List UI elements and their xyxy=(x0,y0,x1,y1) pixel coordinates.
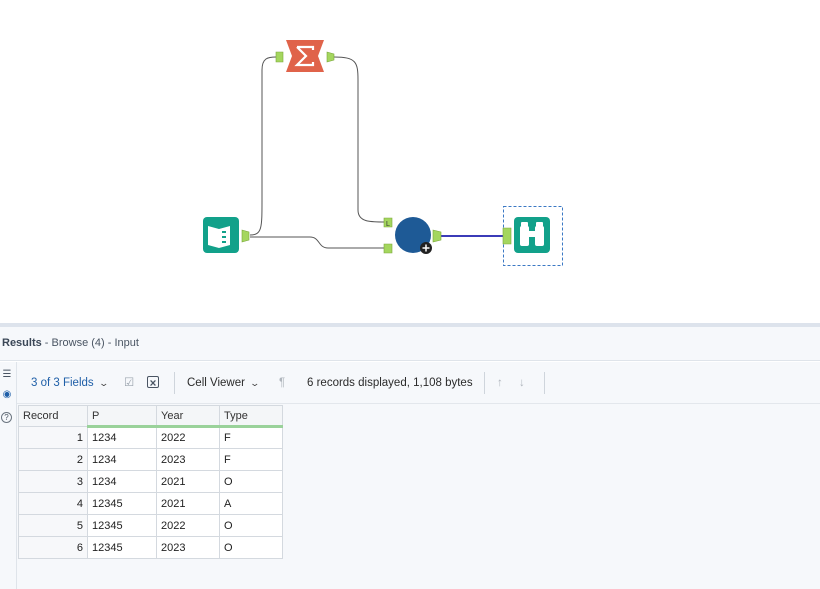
cell-type[interactable]: O xyxy=(219,470,283,493)
browse-tool[interactable] xyxy=(502,206,563,266)
cell-year[interactable]: 2022 xyxy=(156,426,220,449)
table-row: 1 1234 2022 F xyxy=(18,426,283,449)
clear-icon[interactable]: × xyxy=(147,376,159,390)
record-number-cell[interactable]: 5 xyxy=(18,514,88,537)
chevron-down-icon: ⌄ xyxy=(249,378,261,388)
pilcrow-icon[interactable]: ¶ xyxy=(279,376,285,390)
cell-type[interactable]: A xyxy=(219,492,283,515)
table-header-row: Record P Year Type xyxy=(18,405,283,428)
results-title-bold: Results xyxy=(2,337,42,349)
results-title-detail: - Browse (4) - Input xyxy=(41,337,139,349)
fields-select-label: 3 of 3 Fields xyxy=(31,377,94,389)
results-title: Results - Browse (4) - Input xyxy=(2,337,139,349)
results-side-strip: ☰ ◉ ? xyxy=(0,362,17,589)
join-right-anchor xyxy=(383,243,393,254)
table-row: 5 12345 2022 O xyxy=(18,514,283,537)
record-number-cell[interactable]: 1 xyxy=(18,426,88,449)
cell-p[interactable]: 1234 xyxy=(87,426,157,449)
record-number-cell[interactable]: 4 xyxy=(18,492,88,515)
input-tool[interactable] xyxy=(203,217,250,253)
table-row: 2 1234 2023 F xyxy=(18,448,283,471)
column-header-record[interactable]: Record xyxy=(18,405,88,427)
cell-year[interactable]: 2022 xyxy=(156,514,220,537)
summarize-tool[interactable] xyxy=(275,40,335,72)
cell-year[interactable]: 2021 xyxy=(156,492,220,515)
cell-viewer-select[interactable]: Cell Viewer ⌄ xyxy=(187,376,261,390)
summarize-output-anchor xyxy=(326,51,335,63)
connection-input-to-summarize[interactable] xyxy=(249,56,277,236)
cell-p[interactable]: 12345 xyxy=(87,492,157,515)
cell-type[interactable]: F xyxy=(219,426,283,449)
table-row: 4 12345 2021 A xyxy=(18,492,283,515)
cell-p[interactable]: 1234 xyxy=(87,470,157,493)
cell-year[interactable]: 2021 xyxy=(156,470,220,493)
cell-p[interactable]: 12345 xyxy=(87,514,157,537)
record-number-cell[interactable]: 3 xyxy=(18,470,88,493)
record-number-cell[interactable]: 6 xyxy=(18,536,88,559)
svg-text:L: L xyxy=(386,221,390,228)
column-header-type[interactable]: Type xyxy=(219,405,283,428)
results-grid-area: Record P Year Type 1 1234 2022 F 2 1234 … xyxy=(17,404,820,589)
connection-input-to-join-right[interactable] xyxy=(250,236,384,249)
join-tool[interactable]: L xyxy=(383,217,442,254)
cell-year[interactable]: 2023 xyxy=(156,448,220,471)
summarize-input-anchor xyxy=(275,51,284,63)
join-output-anchor xyxy=(432,229,442,243)
input-output-anchor xyxy=(241,229,250,243)
list-icon[interactable]: ☰ xyxy=(0,368,14,382)
cell-year[interactable]: 2023 xyxy=(156,536,220,559)
results-table: Record P Year Type 1 1234 2022 F 2 1234 … xyxy=(18,405,283,559)
fields-select[interactable]: 3 of 3 Fields ⌄ xyxy=(31,376,109,390)
book-icon xyxy=(208,226,230,248)
cell-type[interactable]: O xyxy=(219,514,283,537)
arrow-up-icon[interactable]: ↑ xyxy=(497,376,503,390)
results-header: Results - Browse (4) - Input xyxy=(0,327,820,361)
arrow-down-icon[interactable]: ↓ xyxy=(519,376,525,390)
connection-summarize-to-join-left[interactable] xyxy=(333,56,385,223)
toolbar-separator xyxy=(544,372,545,394)
checkbox-icon[interactable]: ☑ xyxy=(124,376,134,390)
chevron-down-icon: ⌄ xyxy=(98,378,109,388)
cell-type[interactable]: O xyxy=(219,536,283,559)
cell-p[interactable]: 12345 xyxy=(87,536,157,559)
column-header-p[interactable]: P xyxy=(87,405,157,428)
cell-p[interactable]: 1234 xyxy=(87,448,157,471)
cell-type[interactable]: F xyxy=(219,448,283,471)
table-row: 3 1234 2021 O xyxy=(18,470,283,493)
results-toolbar: 3 of 3 Fields ⌄ ☑ × Cell Viewer ⌄ ¶ 6 reco… xyxy=(17,362,820,404)
help-icon[interactable]: ? xyxy=(1,412,12,423)
record-count-info: 6 records displayed, 1,108 bytes xyxy=(307,377,473,389)
record-number-cell[interactable]: 2 xyxy=(18,448,88,471)
browse-input-anchor xyxy=(502,227,512,245)
cell-viewer-label: Cell Viewer xyxy=(187,377,245,389)
workflow-diagram: L xyxy=(203,40,563,266)
workflow-canvas[interactable]: L xyxy=(0,0,820,323)
binoculars-icon[interactable]: ◉ xyxy=(0,388,14,402)
table-row: 6 12345 2023 O xyxy=(18,536,283,559)
toolbar-separator xyxy=(484,372,485,394)
column-header-year[interactable]: Year xyxy=(156,405,220,428)
toolbar-separator xyxy=(174,372,175,394)
